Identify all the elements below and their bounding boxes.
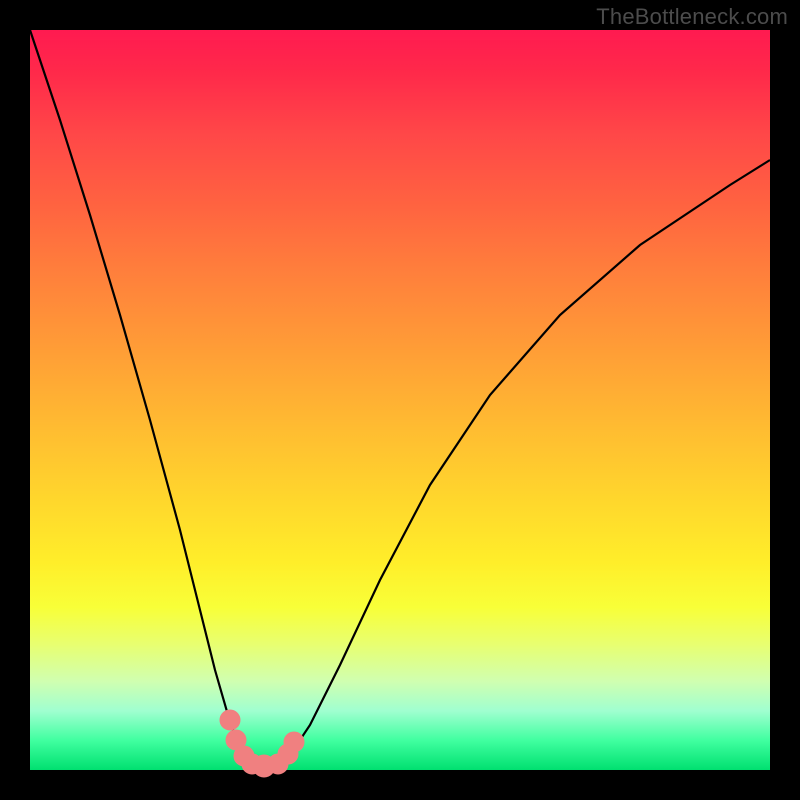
bottleneck-curve-path (30, 30, 770, 765)
curve-marker (220, 710, 240, 730)
watermark-text: TheBottleneck.com (596, 4, 788, 30)
bottleneck-chart (30, 30, 770, 770)
marker-group (220, 710, 304, 777)
curve-marker (284, 732, 304, 752)
